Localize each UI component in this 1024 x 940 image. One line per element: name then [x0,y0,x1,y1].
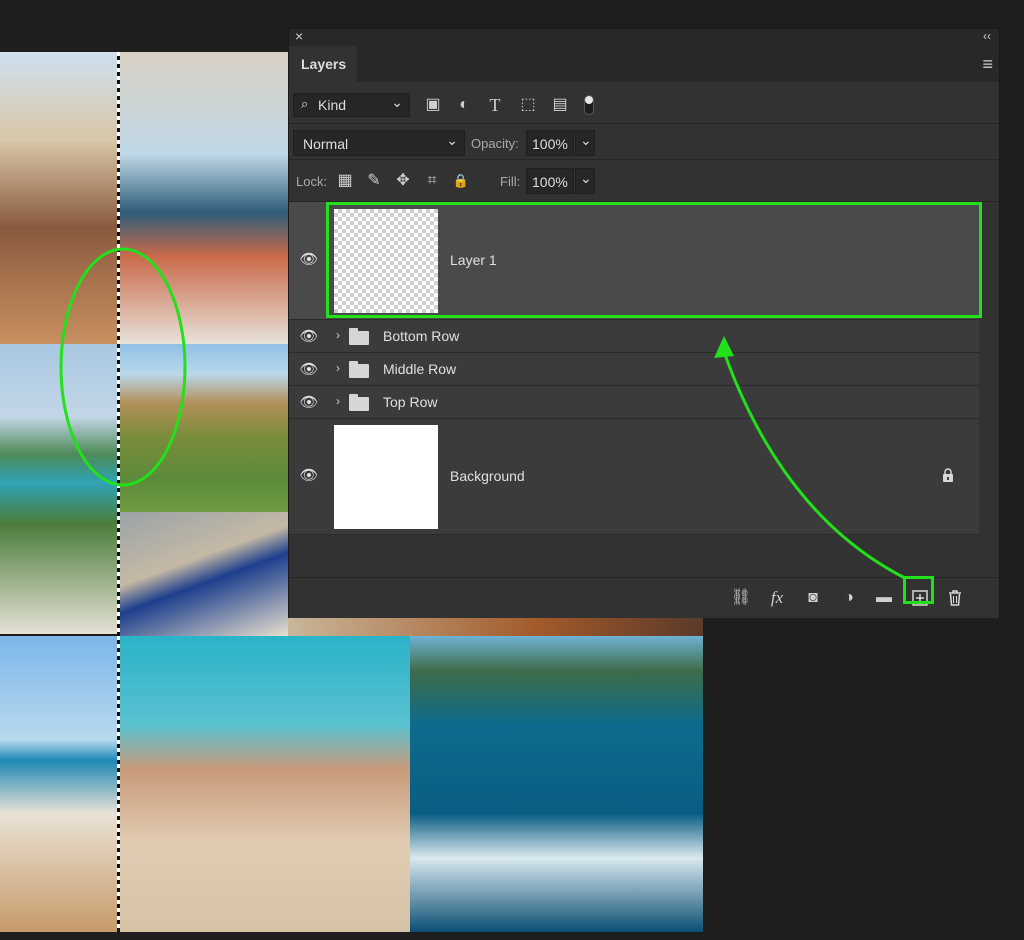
visibility-eye-icon[interactable]: 👁 [289,360,329,378]
annotation-highlight-layer-1 [326,202,982,318]
image-filter-icon[interactable]: ▣ [422,95,444,115]
chevron-down-icon: ⌄ [580,132,592,148]
layer-name[interactable]: Top Row [383,394,437,410]
photo-couple-beach [120,636,410,932]
adjustment-layer-icon[interactable]: ◑ [837,588,861,608]
opacity-dropdown-button[interactable]: ⌄ [575,130,595,156]
background-thumbnail [334,425,438,529]
link-icon[interactable]: ⛓ [729,588,753,608]
adjustment-filter-icon[interactable]: ◐ [453,95,475,115]
expand-caret-icon[interactable]: › [336,328,340,342]
expand-caret-icon[interactable]: › [336,394,340,408]
lock-transparent-pixels-icon[interactable]: ▦ [334,171,356,191]
layer-name[interactable]: Bottom Row [383,328,459,344]
photo-wakeboard [410,636,703,932]
lock-icon [942,468,954,482]
annotation-ellipse [59,247,187,487]
panel-top-strip: × ‹‹ [289,28,999,46]
photo-picnic-table [120,512,288,636]
visibility-eye-icon[interactable]: 👁 [289,466,329,484]
lock-all-icon[interactable]: 🔒 [450,171,472,191]
fill-value: 100% [532,174,568,190]
panel-menu-icon[interactable]: ≡ [982,54,993,75]
photo-below-panel [288,618,703,636]
fill-dropdown-button[interactable]: ⌄ [575,168,595,194]
expand-caret-icon[interactable]: › [336,361,340,375]
smart-object-filter-icon[interactable]: ▤ [549,95,571,115]
opacity-value: 100% [532,136,568,152]
chevron-down-icon: ⌄ [580,170,592,186]
blend-mode-select[interactable]: Normal ⌄ [293,130,465,156]
folder-icon [349,394,369,411]
fill-field[interactable]: 100% [526,168,574,194]
close-icon[interactable]: × [295,28,303,44]
opacity-field[interactable]: 100% [526,130,574,156]
opacity-label: Opacity: [471,136,519,151]
lock-artboard-icon[interactable]: ⌗ [421,171,443,191]
filter-row: ⌕ Kind ⌄ ▣ ◐ T ⬚ ▤ [289,82,999,124]
folder-icon [349,361,369,378]
search-icon: ⌕ [301,96,309,111]
chevron-down-icon: ⌄ [446,132,458,148]
lock-row: Lock: ▦ ✎ ✥ ⌗ 🔒 Fill: 100% ⌄ [289,160,999,202]
lock-position-icon[interactable]: ✥ [392,171,414,191]
type-filter-icon[interactable]: T [484,95,506,115]
trash-icon[interactable] [943,588,967,608]
kind-label: Kind [318,97,347,113]
layer-name[interactable]: Background [450,468,525,484]
mask-icon[interactable]: ◙ [801,588,825,608]
blend-mode-value: Normal [303,136,349,152]
fx-icon[interactable]: fx [765,588,789,608]
folder-icon [349,328,369,345]
kind-filter-select[interactable]: ⌕ Kind ⌄ [293,93,410,117]
filter-toggle-icon[interactable] [584,95,594,115]
visibility-eye-icon[interactable]: 👁 [289,393,329,411]
blend-row: Normal ⌄ Opacity: 100% ⌄ [289,124,999,160]
selection-marching-ants [117,52,120,932]
group-folder-icon[interactable]: ▬ [872,588,896,608]
visibility-eye-icon[interactable]: 👁 [289,327,329,345]
fill-label: Fill: [500,174,521,189]
lock-image-pixels-icon[interactable]: ✎ [363,171,385,191]
layer-name[interactable]: Middle Row [383,361,456,377]
collapse-icon[interactable]: ‹‹ [983,29,991,43]
photo-beach-reader [0,636,117,932]
annotation-arrow [714,336,906,580]
lock-label: Lock: [296,174,328,189]
chevron-down-icon: ⌄ [391,94,403,110]
shape-filter-icon[interactable]: ⬚ [517,95,539,115]
tab-layers[interactable]: Layers [289,46,357,82]
visibility-eye-icon[interactable]: 👁 [289,250,329,268]
panel-tab-bar: Layers ≡ [289,46,999,82]
